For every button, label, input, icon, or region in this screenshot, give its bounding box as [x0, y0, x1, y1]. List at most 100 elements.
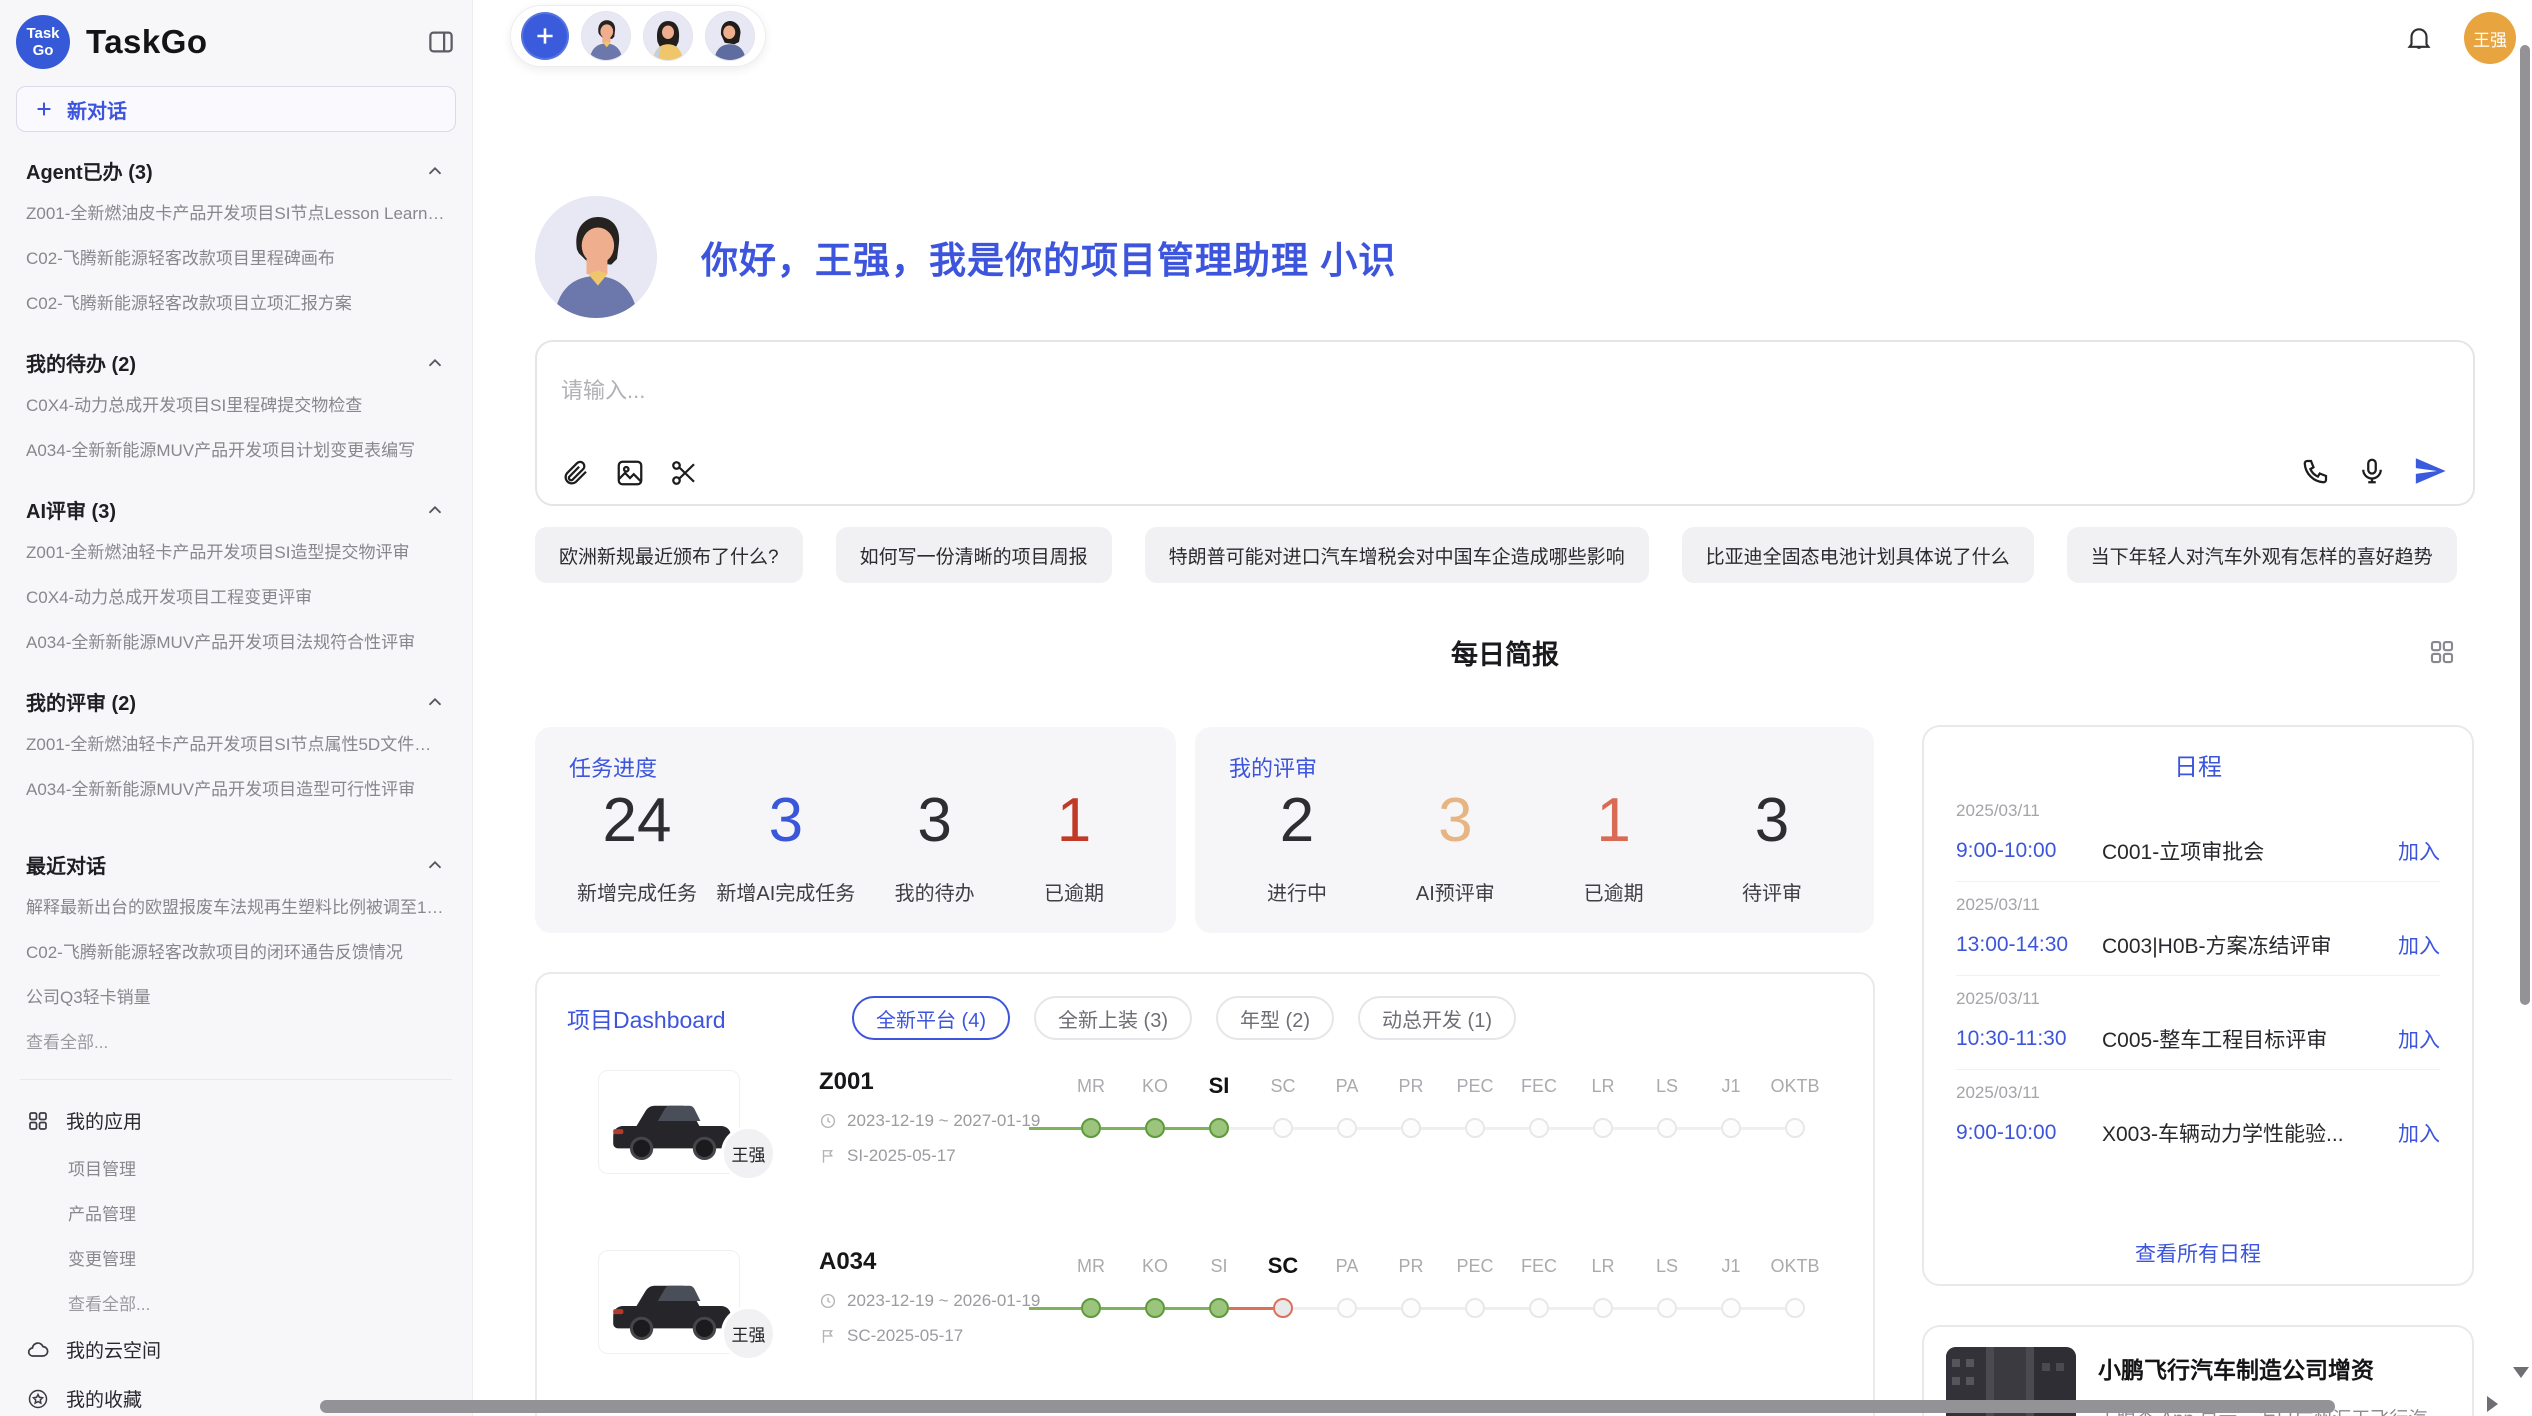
app-item[interactable]: 变更管理 — [20, 1235, 452, 1280]
milestone-connector — [1293, 1307, 1337, 1310]
schedule-event: 2025/03/119:00-10:00C001-立项审批会加入 — [1956, 788, 2440, 882]
milestone-label: MR — [1059, 1246, 1123, 1286]
avatar[interactable] — [643, 11, 693, 61]
event-join-link[interactable]: 加入 — [2398, 1118, 2440, 1148]
sidebar-task-item[interactable]: A034-全新新能源MUV产品开发项目造型可行性评审 — [20, 765, 452, 810]
project-flag: SC-2025-05-17 — [819, 1326, 1040, 1346]
sidebar-task-item[interactable]: A034-全新新能源MUV产品开发项目法规符合性评审 — [20, 618, 452, 663]
milestone-dot — [1529, 1118, 1549, 1138]
project-info: A0342023-12-19 ~ 2026-01-19SC-2025-05-17 — [819, 1248, 1040, 1346]
scroll-down-arrow[interactable] — [2513, 1367, 2529, 1378]
suggestion-chip[interactable]: 比亚迪全固态电池计划具体说了什么 — [1682, 527, 2034, 583]
suggestion-chip[interactable]: 欧洲新规最近颁布了什么? — [535, 527, 803, 583]
app-title: TaskGo — [86, 23, 426, 61]
milestone-connector — [1029, 1307, 1081, 1310]
suggestion-chip[interactable]: 如何写一份清晰的项目周报 — [836, 527, 1112, 583]
user-avatar[interactable]: 王强 — [2464, 12, 2516, 64]
news-title: 小鹏飞行汽车制造公司增资 — [2098, 1351, 2443, 1385]
dashboard-tab[interactable]: 动总开发 (1) — [1358, 996, 1516, 1040]
schedule-view-all-link[interactable]: 查看所有日程 — [1924, 1238, 2472, 1268]
event-name: X003-车辆动力学性能验... — [2102, 1118, 2386, 1148]
suggestion-chip[interactable]: 特朗普可能对进口汽车增税会对中国车企造成哪些影响 — [1145, 527, 1649, 583]
milestone-connector — [1357, 1307, 1401, 1310]
app-item[interactable]: 项目管理 — [20, 1145, 452, 1190]
add-conversation-button[interactable] — [521, 12, 569, 60]
stat-label: 待评审 — [1742, 877, 1802, 906]
event-join-link[interactable]: 加入 — [2398, 930, 2440, 960]
sidebar-task-item[interactable]: Z001-全新燃油轻卡产品开发项目SI节点属性5D文件评审 — [20, 720, 452, 765]
sidebar-task-item[interactable]: C0X4-动力总成开发项目SI里程碑提交物检查 — [20, 381, 452, 426]
dashboard-title: 项目Dashboard — [567, 1001, 852, 1035]
stat-value: 1 — [1057, 789, 1091, 853]
sidebar-task-item[interactable]: C0X4-动力总成开发项目工程变更评审 — [20, 573, 452, 618]
sidebar-task-item[interactable]: Z001-全新燃油轻卡产品开发项目SI造型提交物评审 — [20, 528, 452, 573]
milestone-connector — [1549, 1307, 1593, 1310]
scissors-icon[interactable] — [669, 458, 699, 488]
project-row[interactable]: 王强Z0012023-12-19 ~ 2027-01-19SI-2025-05-… — [567, 1062, 1843, 1220]
layout-grid-icon[interactable] — [2427, 637, 2457, 667]
phone-icon[interactable] — [2301, 456, 2331, 486]
recent-chat-item[interactable]: C02-飞腾新能源轻客改款项目的闭环通告反馈情况 — [20, 928, 452, 973]
app-item[interactable]: 产品管理 — [20, 1190, 452, 1235]
sidebar-task-item[interactable]: A034-全新新能源MUV产品开发项目计划变更表编写 — [20, 426, 452, 471]
apps-view-all[interactable]: 查看全部... — [20, 1280, 452, 1325]
flag-icon — [819, 1327, 837, 1345]
sidebar-divider — [20, 1079, 452, 1080]
my-apps-header[interactable]: 我的应用 — [16, 1096, 456, 1145]
stat: 3待评审 — [1712, 789, 1832, 906]
stat-label: 新增完成任务 — [577, 877, 697, 906]
section-title: 我的评审 (2) — [26, 687, 136, 716]
project-code: Z001 — [819, 1068, 1040, 1096]
sidebar-task-item[interactable]: Z001-全新燃油皮卡产品开发项目SI节点Lesson Learn报告 — [20, 189, 452, 234]
paperclip-icon[interactable] — [561, 458, 591, 488]
section-header[interactable]: 我的评审 (2) — [26, 687, 446, 716]
greeting-row: 你好，王强，我是你的项目管理助理 小识 — [535, 196, 1396, 318]
microphone-icon[interactable] — [2357, 456, 2387, 486]
section-header[interactable]: AI评审 (3) — [26, 495, 446, 524]
pickup-truck-image — [599, 1251, 740, 1354]
my-apps-list: 项目管理产品管理变更管理 — [16, 1145, 456, 1280]
notification-bell-icon[interactable] — [2404, 23, 2434, 53]
stat-label: AI预评审 — [1416, 877, 1495, 906]
dashboard-tab[interactable]: 年型 (2) — [1216, 996, 1334, 1040]
sidebar-item-cloud-space[interactable]: 我的云空间 — [16, 1325, 456, 1374]
milestone-connector — [1741, 1127, 1785, 1130]
dashboard-tab[interactable]: 全新上装 (3) — [1034, 996, 1192, 1040]
event-join-link[interactable]: 加入 — [2398, 1024, 2440, 1054]
project-row[interactable]: 王强A0342023-12-19 ~ 2026-01-19SC-2025-05-… — [567, 1242, 1843, 1400]
dashboard-tab[interactable]: 全新平台 (4) — [852, 996, 1010, 1040]
stat: 3AI预评审 — [1395, 789, 1515, 906]
avatar[interactable] — [705, 11, 755, 61]
section-header[interactable]: Agent已办 (3) — [26, 156, 446, 185]
recent-view-all[interactable]: 查看全部... — [20, 1018, 452, 1063]
recent-chats-header[interactable]: 最近对话 — [26, 850, 446, 879]
milestone-connector — [1421, 1307, 1465, 1310]
suggestion-chip[interactable]: 当下年轻人对汽车外观有怎样的喜好趋势 — [2067, 527, 2457, 583]
send-icon[interactable] — [2413, 454, 2447, 488]
event-time: 9:00-10:00 — [1956, 839, 2102, 863]
image-icon[interactable] — [615, 458, 645, 488]
daily-brief-title: 每日简报 — [535, 633, 2475, 672]
recent-chat-item[interactable]: 公司Q3轻卡销量 — [20, 973, 452, 1018]
event-row: 9:00-10:00X003-车辆动力学性能验...加入 — [1956, 1118, 2440, 1148]
sidebar-task-item[interactable]: C02-飞腾新能源轻客改款项目立项汇报方案 — [20, 279, 452, 324]
horizontal-scrollbar-thumb[interactable] — [320, 1400, 2335, 1413]
milestone-label: LS — [1635, 1246, 1699, 1286]
event-join-link[interactable]: 加入 — [2398, 836, 2440, 866]
recent-chat-item[interactable]: 解释最新出台的欧盟报废车法规再生塑料比例被调至15%... — [20, 883, 452, 928]
new-chat-button[interactable]: 新对话 — [16, 86, 456, 132]
milestone-dot — [1081, 1118, 1101, 1138]
milestone-dot — [1721, 1118, 1741, 1138]
milestone-dot — [1273, 1118, 1293, 1138]
vertical-scrollbar-thumb[interactable] — [2520, 45, 2530, 1005]
chat-input[interactable] — [561, 378, 2129, 404]
stat: 1已逾期 — [1554, 789, 1674, 906]
scroll-right-arrow[interactable] — [2487, 1396, 2498, 1412]
sidebar-task-item[interactable]: C02-飞腾新能源轻客改款项目里程碑画布 — [20, 234, 452, 279]
section-header[interactable]: 我的待办 (2) — [26, 348, 446, 377]
milestone-dot — [1721, 1298, 1741, 1318]
milestone-dot — [1785, 1118, 1805, 1138]
section-title: 我的待办 (2) — [26, 348, 136, 377]
sidebar-toggle-icon[interactable] — [426, 27, 456, 57]
avatar[interactable] — [581, 11, 631, 61]
